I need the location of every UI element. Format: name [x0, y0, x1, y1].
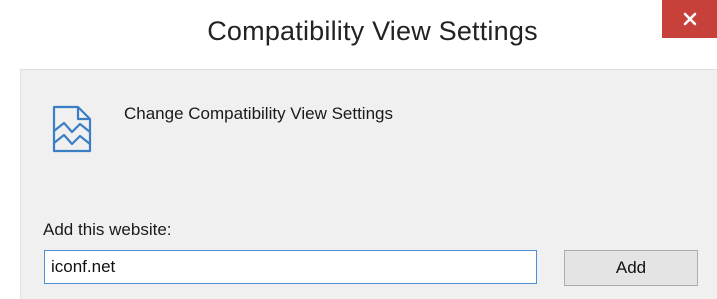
add-button[interactable]: Add	[564, 250, 698, 286]
compatibility-view-icon	[52, 105, 92, 153]
compatibility-view-dialog: Compatibility View Settings Change Compa…	[0, 0, 717, 299]
window-title: Compatibility View Settings	[207, 16, 538, 46]
title-bar: Compatibility View Settings	[0, 0, 717, 46]
close-button[interactable]	[662, 0, 717, 38]
website-input[interactable]	[44, 250, 537, 284]
add-website-label: Add this website:	[43, 220, 172, 239]
dialog-heading: Change Compatibility View Settings	[124, 104, 393, 123]
close-icon	[683, 12, 696, 26]
